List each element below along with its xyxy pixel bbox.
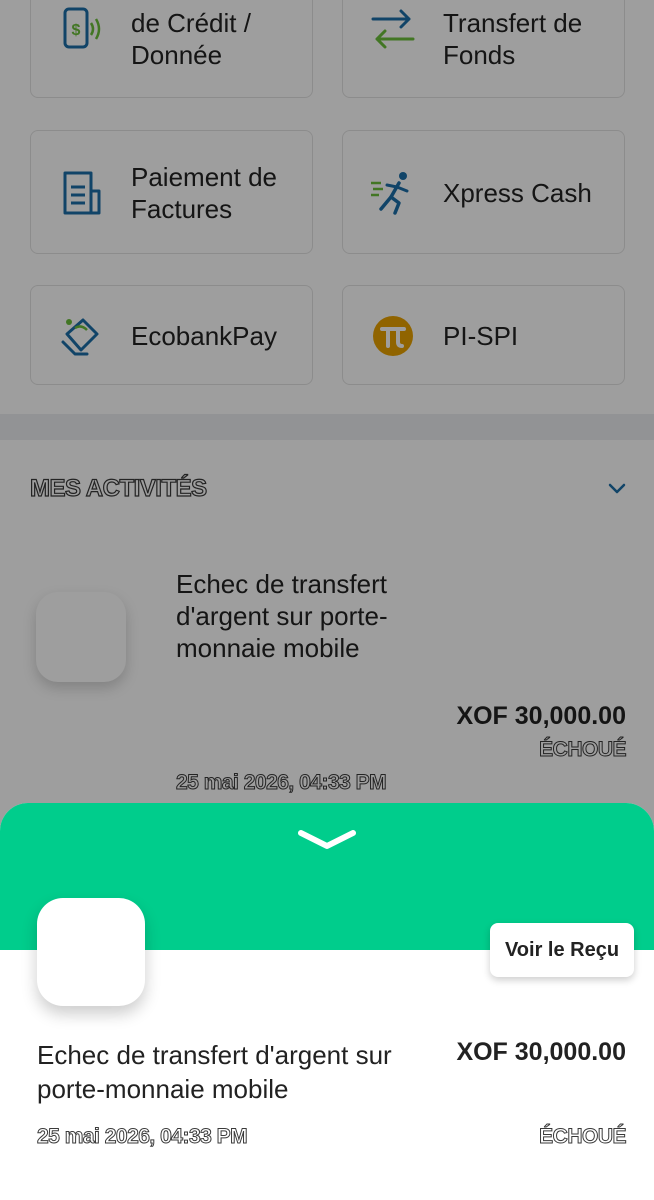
transaction-avatar [37,898,145,1006]
transaction-date: 25 mai 2026, 04:33 PM [36,1125,248,1149]
transaction-status: ÉCHOUÉ [539,1125,627,1149]
view-receipt-button[interactable]: Voir le Reçu [490,923,634,977]
transaction-detail-sheet: Voir le Reçu Echec de transfert d'argent… [0,803,654,1200]
collapse-chevron-icon[interactable] [297,827,357,853]
transaction-description: Echec de transfert d'argent sur porte-mo… [37,1040,392,1104]
transaction-amount: XOF 30,000.00 [456,1038,626,1066]
